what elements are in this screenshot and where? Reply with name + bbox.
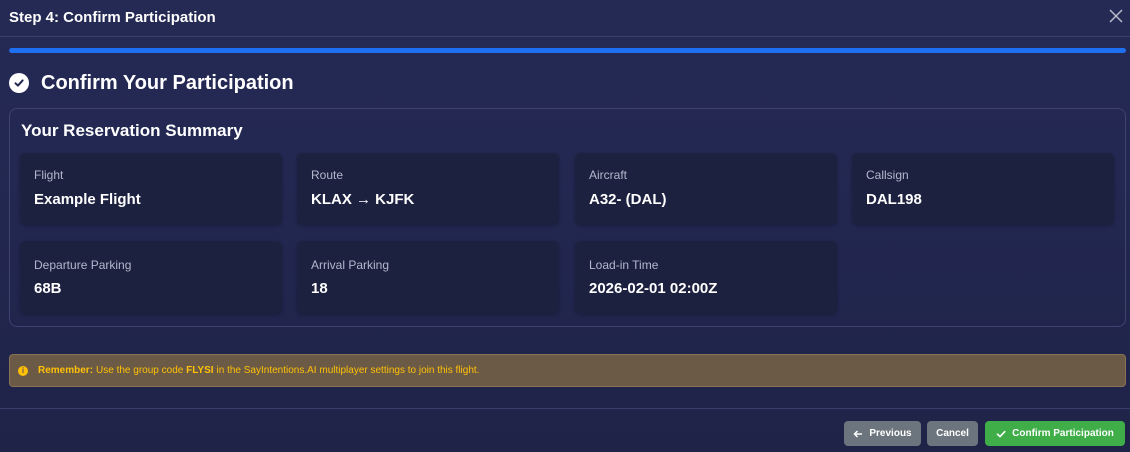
card-label: Arrival Parking (311, 258, 390, 272)
card-value: 18 (311, 280, 328, 297)
card-value: DAL198 (866, 191, 922, 208)
arrow-left-icon (853, 429, 863, 439)
alert-text-before: Use the group code (96, 365, 184, 376)
footer-divider (0, 408, 1130, 409)
card-route: Route KLAX → KJFK (297, 153, 559, 225)
card-value: KLAX → KJFK (311, 191, 415, 208)
modal-title: Step 4: Confirm Participation (9, 9, 216, 26)
card-value: A32- (DAL) (589, 191, 667, 208)
alert-group-code: FLYSI (186, 365, 214, 376)
confirm-button-label: Confirm Participation (1012, 428, 1114, 439)
section-heading: Confirm Your Participation (9, 71, 294, 95)
card-label: Callsign (866, 168, 909, 182)
card-arrival-parking: Arrival Parking 18 (297, 241, 559, 314)
card-label: Aircraft (589, 168, 628, 182)
card-label: Departure Parking (34, 258, 132, 272)
previous-button[interactable]: Previous (844, 421, 921, 446)
card-departure-parking: Departure Parking 68B (20, 241, 282, 314)
previous-button-label: Previous (869, 428, 912, 439)
progress-bar (9, 48, 1126, 53)
card-label: Flight (34, 168, 64, 182)
card-label: Route (311, 168, 344, 182)
close-icon[interactable] (1106, 6, 1126, 26)
modal-header: Step 4: Confirm Participation (0, 0, 1130, 37)
card-value: 68B (34, 280, 62, 297)
reservation-summary: Your Reservation Summary Flight Example … (9, 108, 1126, 327)
confirm-participation-button[interactable]: Confirm Participation (985, 421, 1125, 446)
card-load-in-time: Load-in Time 2026-02-01 02:00Z (575, 241, 837, 314)
progress-bar-fill (9, 48, 1126, 53)
card-aircraft: Aircraft A32- (DAL) (575, 153, 837, 225)
alert-prefix: Remember: (38, 365, 94, 376)
card-flight: Flight Example Flight (20, 153, 282, 225)
check-circle-icon (9, 73, 29, 93)
card-value: Example Flight (34, 191, 141, 208)
card-callsign: Callsign DAL198 (852, 153, 1114, 225)
card-label: Load-in Time (589, 258, 659, 272)
check-icon (996, 429, 1006, 439)
info-icon: i (18, 365, 28, 376)
section-title: Confirm Your Participation (41, 71, 294, 94)
cancel-button-label: Cancel (936, 428, 969, 439)
summary-title: Your Reservation Summary (21, 121, 243, 140)
card-value: 2026-02-01 02:00Z (589, 280, 718, 297)
alert-text-after: in the SayIntentions.AI multiplayer sett… (216, 365, 480, 376)
reminder-alert: i Remember: Use the group code FLYSI in t… (9, 354, 1126, 387)
cancel-button[interactable]: Cancel (927, 421, 978, 446)
